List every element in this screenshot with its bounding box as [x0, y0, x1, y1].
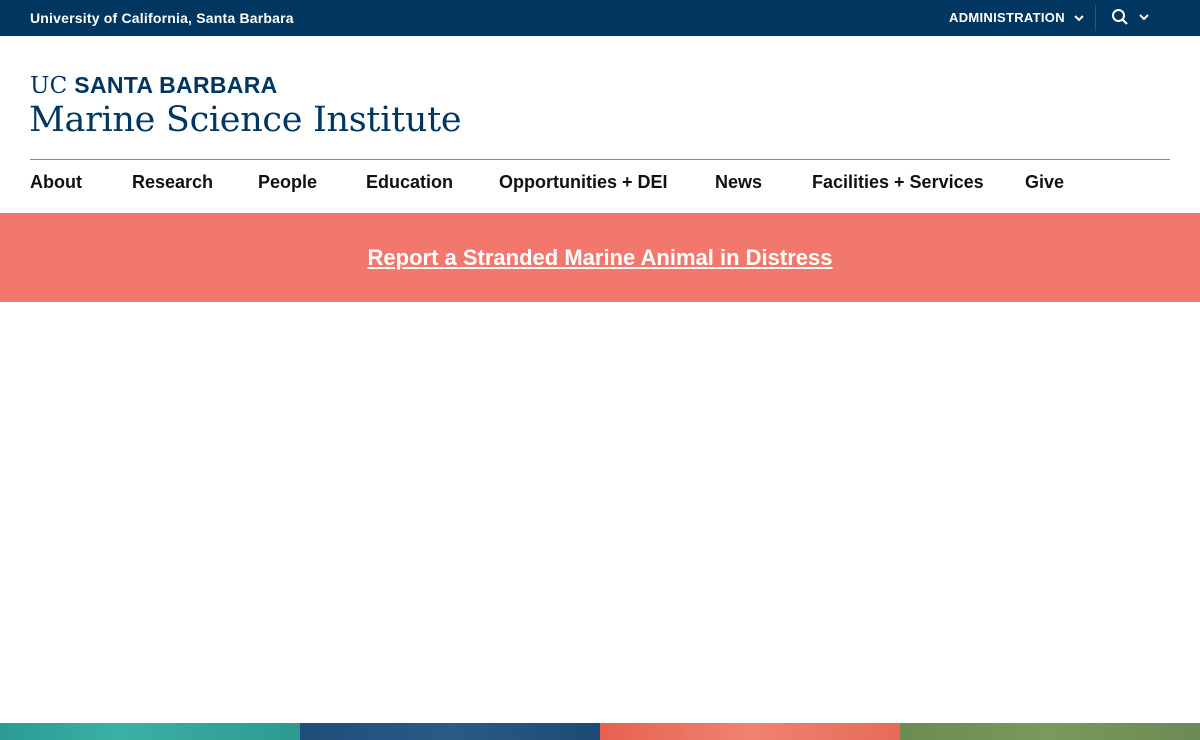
feature-tile-image[interactable]	[600, 723, 900, 740]
nav-item-give[interactable]: Give	[1025, 172, 1064, 193]
nav-item-research[interactable]: Research	[132, 172, 213, 193]
nav-item-people[interactable]: People	[258, 172, 317, 193]
administration-label: ADMINISTRATION	[949, 10, 1065, 25]
santa-barbara-text: SANTA BARBARA	[74, 72, 278, 98]
chevron-down-icon	[1074, 14, 1084, 21]
university-link[interactable]: University of California, Santa Barbara	[30, 10, 294, 26]
search-icon	[1112, 9, 1128, 25]
stranded-animal-report-link[interactable]: Report a Stranded Marine Animal in Distr…	[368, 245, 833, 271]
administration-menu[interactable]: ADMINISTRATION	[949, 10, 1085, 25]
top-bar: University of California, Santa Barbara …	[0, 0, 1200, 36]
nav-item-about[interactable]: About	[30, 172, 82, 193]
nav-item-opportunities-dei[interactable]: Opportunities + DEI	[499, 172, 668, 193]
chevron-down-icon	[1139, 14, 1149, 21]
site-title[interactable]: Marine Science Institute	[29, 100, 462, 140]
uc-text: UC	[30, 73, 68, 99]
nav-item-news[interactable]: News	[715, 172, 762, 193]
ucsb-wordmark[interactable]: UC SANTA BARBARA	[30, 72, 278, 99]
topbar-divider	[1095, 5, 1096, 31]
feature-tile-image[interactable]	[900, 723, 1200, 740]
main-nav: About Research People Education Opportun…	[0, 172, 1200, 198]
nav-item-education[interactable]: Education	[366, 172, 453, 193]
feature-tile-image[interactable]	[0, 723, 300, 740]
feature-tile-image[interactable]	[300, 723, 600, 740]
search-toggle[interactable]	[1111, 8, 1150, 26]
nav-divider	[30, 159, 1170, 160]
nav-item-facilities-services[interactable]: Facilities + Services	[812, 172, 984, 193]
alert-banner: Report a Stranded Marine Animal in Distr…	[0, 213, 1200, 302]
